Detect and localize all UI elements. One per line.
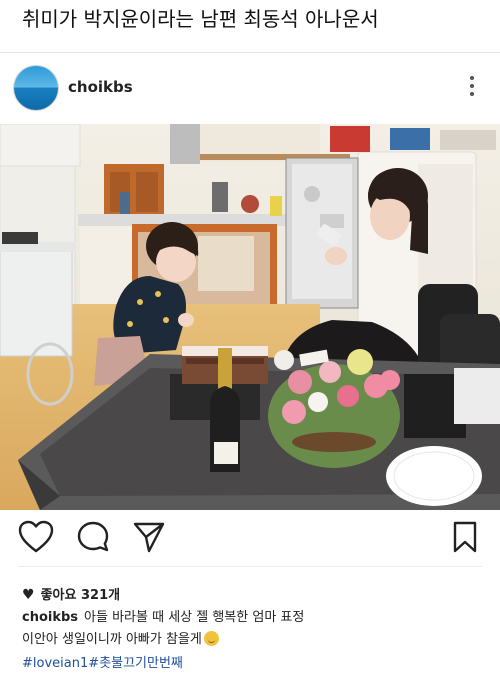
likes-row[interactable]: ♥ 좋아요 321개 xyxy=(22,584,120,603)
hashtag-link[interactable]: #촛불끄기만번째 xyxy=(88,656,183,671)
heart-filled-icon: ♥ xyxy=(22,587,35,603)
post-header: choikbs xyxy=(0,56,500,120)
paper-plane-icon[interactable] xyxy=(132,520,166,554)
more-vertical-icon[interactable] xyxy=(468,76,476,100)
headline: 취미가 박지윤이라는 남편 최동석 아나운서 xyxy=(22,7,379,31)
likes-divider xyxy=(18,566,482,567)
post-username[interactable]: choikbs xyxy=(68,78,133,96)
caption-line-2: 이안아 생일이니까 아빠가 참을게 xyxy=(22,628,219,647)
avatar[interactable] xyxy=(14,66,58,110)
likes-count: 321개 xyxy=(80,588,121,603)
top-divider xyxy=(0,52,500,53)
photo-illustration xyxy=(0,124,500,510)
caption-username[interactable]: choikbs xyxy=(22,610,78,625)
caption-text-2: 이안아 생일이니까 아빠가 참을게 xyxy=(22,632,202,647)
bookmark-icon[interactable] xyxy=(452,520,478,554)
action-bar xyxy=(0,518,500,562)
hashtag-link[interactable]: #loveian1 xyxy=(22,656,88,671)
caption-text-1: 아들 바라볼 때 세상 젤 행복한 엄마 표정 xyxy=(84,610,305,625)
hashtags: #loveian1#촛불끄기만번째 xyxy=(22,652,183,671)
grimace-emoji-icon xyxy=(203,631,219,646)
caption-line-1: choikbs 아들 바라볼 때 세상 젤 행복한 엄마 표정 xyxy=(22,606,304,625)
heart-icon[interactable] xyxy=(18,520,54,554)
comment-bubble-icon[interactable] xyxy=(76,520,110,554)
likes-label: 좋아요 xyxy=(40,588,77,603)
post-photo[interactable] xyxy=(0,124,500,510)
